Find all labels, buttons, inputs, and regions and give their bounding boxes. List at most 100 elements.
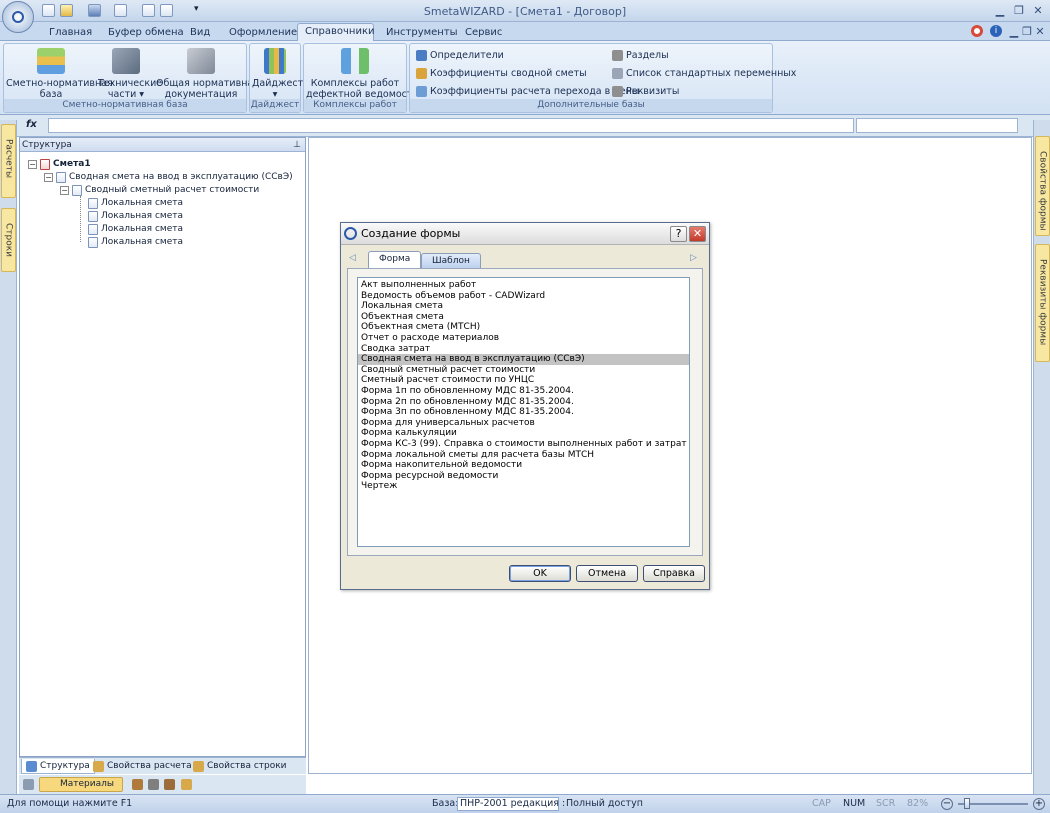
work-complexes-button[interactable]: Комплексы работ дефектной ведомости xyxy=(306,48,419,100)
tree-leaf[interactable]: Локальная смета xyxy=(88,197,183,210)
tab-tools[interactable]: Инструменты xyxy=(379,25,465,41)
form-list-item[interactable]: Объектная смета xyxy=(358,312,689,323)
determinants-button[interactable]: Определители xyxy=(416,48,504,62)
abc-icon xyxy=(612,85,623,97)
tree-leaf[interactable]: Локальная смета xyxy=(88,236,183,249)
collapse-icon[interactable]: − xyxy=(44,173,53,182)
minimize-button[interactable]: ▁ xyxy=(991,3,1009,18)
cancel-button[interactable]: Отмена xyxy=(576,565,638,582)
form-list-item[interactable]: Форма 1п по обновленному МДС 81-35.2004. xyxy=(358,386,689,397)
dialog-help-button[interactable]: ? xyxy=(670,226,687,242)
num-indicator: NUM xyxy=(843,798,866,809)
cap-indicator: CAP xyxy=(812,798,831,809)
help-button[interactable]: Справка xyxy=(643,565,705,582)
worker-icon[interactable] xyxy=(132,779,143,790)
tree-node-summary[interactable]: − Сводная смета на ввод в эксплуатацию (С… xyxy=(44,171,293,184)
tree-node-root[interactable]: − Смета1 xyxy=(28,158,91,171)
form-list-item[interactable]: Сметный расчет стоимости по УНЦС xyxy=(358,375,689,386)
technical-parts-button[interactable]: Технические части ▾ xyxy=(98,48,162,100)
group-label: Дополнительные базы xyxy=(410,99,772,112)
ok-button[interactable]: OK xyxy=(509,565,571,582)
tab-view[interactable]: Вид xyxy=(183,25,217,41)
form-list-item[interactable]: Форма 3п по обновленному МДС 81-35.2004. xyxy=(358,407,689,418)
form-list[interactable]: Акт выполненных работ Ведомость объемов р… xyxy=(357,277,690,547)
equipment-icon[interactable] xyxy=(164,779,175,790)
side-tab-rows[interactable]: Строки xyxy=(1,208,16,272)
basket-icon[interactable] xyxy=(23,779,34,790)
form-list-item[interactable]: Локальная смета xyxy=(358,301,689,312)
collapse-icon[interactable]: − xyxy=(28,160,37,169)
side-tab-calculations[interactable]: Расчеты xyxy=(1,124,16,198)
zoom-in-icon[interactable]: + xyxy=(1033,798,1045,810)
requisites-button[interactable]: Реквизиты xyxy=(612,84,679,98)
machine-icon[interactable] xyxy=(148,779,159,790)
form-list-item[interactable]: Форма накопительной ведомости xyxy=(358,460,689,471)
general-docs-button[interactable]: Общая нормативная документация xyxy=(156,48,259,100)
standard-vars-button[interactable]: Список стандартных переменных xyxy=(612,66,796,80)
form-list-item[interactable]: Чертеж xyxy=(358,481,689,492)
form-list-item[interactable]: Форма локальной сметы для расчета базы М… xyxy=(358,450,689,461)
formula-input[interactable] xyxy=(48,118,854,133)
form-list-item[interactable]: Акт выполненных работ xyxy=(358,280,689,291)
form-list-item[interactable]: Сводка затрат xyxy=(358,344,689,355)
tab-scroll-right-icon[interactable]: ▷ xyxy=(690,253,697,263)
sections-button[interactable]: Разделы xyxy=(612,48,669,62)
panel-header: Структура ⊥ xyxy=(20,138,305,152)
digest-grid-icon xyxy=(264,48,286,74)
price-transition-coef-button[interactable]: Коэффициенты расчета перехода в цены xyxy=(416,84,639,98)
access-status: Полный доступ xyxy=(566,798,643,809)
app-logo-icon[interactable] xyxy=(2,1,34,33)
zoom-slider-thumb[interactable] xyxy=(964,798,970,809)
help-lifebuoy-icon[interactable] xyxy=(971,25,983,37)
tab-home[interactable]: Главная xyxy=(42,25,99,41)
form-list-item[interactable]: Ведомость объемов работ - CADWizard xyxy=(358,291,689,302)
form-list-item[interactable]: Форма для универсальных расчетов xyxy=(358,418,689,429)
tab-calc-properties[interactable]: Свойства расчета xyxy=(89,759,196,774)
close-button[interactable]: ✕ xyxy=(1029,3,1047,18)
form-list-item[interactable]: Форма 2п по обновленному МДС 81-35.2004. xyxy=(358,397,689,408)
person-icon[interactable] xyxy=(181,779,192,790)
materials-button[interactable]: Материалы xyxy=(39,777,123,792)
group-label: Дайджест xyxy=(250,99,300,112)
doc-close-button[interactable]: ✕ xyxy=(1031,24,1049,39)
collapse-icon[interactable]: − xyxy=(60,186,69,195)
base-select[interactable]: ПНР-2001 редакция : xyxy=(457,797,565,811)
tree-leaf[interactable]: Локальная смета xyxy=(88,210,183,223)
form-list-item[interactable]: Сводная смета на ввод в эксплуатацию (СС… xyxy=(358,354,689,365)
tree-node-calc[interactable]: − Сводный сметный расчет стоимости xyxy=(60,184,259,197)
pin-icon[interactable]: ⊥ xyxy=(293,138,301,152)
tab-scroll-left-icon[interactable]: ◁ xyxy=(349,253,356,263)
restore-button[interactable]: ❐ xyxy=(1010,3,1028,18)
tab-design[interactable]: Оформление xyxy=(222,25,304,41)
tab-clipboard[interactable]: Буфер обмена xyxy=(101,25,191,41)
tab-row-properties[interactable]: Свойства строки xyxy=(189,759,291,774)
digest-button[interactable]: Дайджест ▾ xyxy=(252,48,303,100)
form-list-item[interactable]: Отчет о расходе материалов xyxy=(358,333,689,344)
estimate-base-button[interactable]: Сметно-нормативная база xyxy=(6,48,113,100)
dialog-close-button[interactable]: ✕ xyxy=(689,226,706,242)
group-digest: Дайджест ▾ Дайджест xyxy=(249,43,303,113)
fx-icon[interactable]: fx xyxy=(26,119,37,130)
zoom-out-icon[interactable]: − xyxy=(941,798,953,810)
group-label: Сметно-нормативная база xyxy=(4,99,246,112)
form-list-item[interactable]: Форма калькуляции xyxy=(358,428,689,439)
tab-structure[interactable]: Структура xyxy=(21,759,95,774)
form-list-item[interactable]: Объектная смета (МТСН) xyxy=(358,322,689,333)
side-tab-form-properties[interactable]: Свойства формы xyxy=(1035,136,1050,236)
tree-leaf[interactable]: Локальная смета xyxy=(88,223,183,236)
tab-service[interactable]: Сервис xyxy=(458,25,509,41)
formula-extra-field[interactable] xyxy=(856,118,1018,133)
form-list-item[interactable]: Сводный сметный расчет стоимости xyxy=(358,365,689,376)
document-stack-icon xyxy=(187,48,215,74)
ribbon-tab-row: Главная Буфер обмена Вид Оформление Спра… xyxy=(0,22,1050,42)
tab-template[interactable]: Шаблон xyxy=(421,253,481,268)
tab-form[interactable]: Форма xyxy=(368,251,422,268)
document-icon xyxy=(88,211,98,222)
side-tab-form-requisites[interactable]: Реквизиты формы xyxy=(1035,244,1050,362)
form-list-item[interactable]: Форма ресурсной ведомости xyxy=(358,471,689,482)
tab-references[interactable]: Справочники xyxy=(297,23,375,42)
summary-coef-button[interactable]: Коэффициенты сводной сметы xyxy=(416,66,587,80)
status-help-text: Для помощи нажмите F1 xyxy=(7,798,133,809)
info-icon[interactable]: i xyxy=(990,25,1002,37)
form-list-item[interactable]: Форма КС-3 (99). Справка о стоимости вып… xyxy=(358,439,689,450)
